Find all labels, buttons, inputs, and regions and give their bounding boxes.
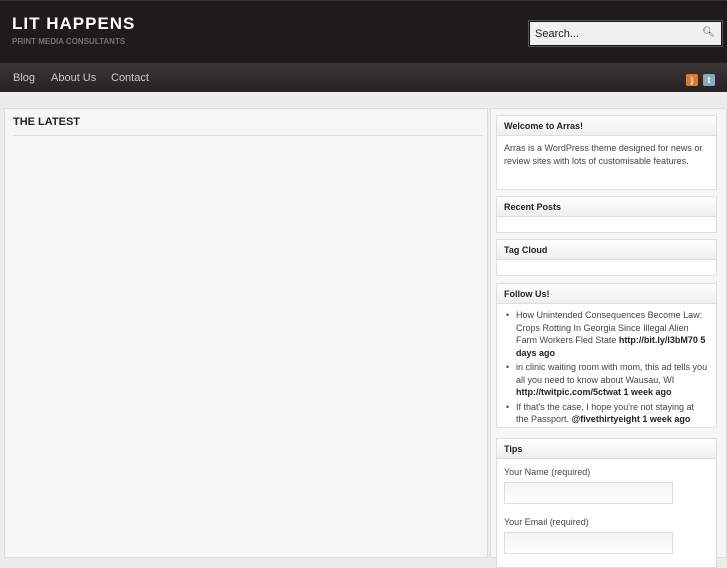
widget-title: Follow Us! bbox=[497, 284, 716, 304]
widget-tips: Tips Your Name (required) Your Email (re… bbox=[496, 438, 717, 568]
tweet-link[interactable]: http://bit.ly/l3bM70 bbox=[619, 335, 698, 345]
rss-icon[interactable]: ) bbox=[686, 74, 698, 86]
tweet: How Unintended Consequences Become Law: … bbox=[504, 309, 709, 359]
section-heading: THE LATEST bbox=[13, 116, 81, 128]
email-label: Your Email (required) bbox=[504, 517, 589, 527]
nav-about-us[interactable]: About Us bbox=[51, 72, 96, 84]
sidebar: Welcome to Arras! Arras is a WordPress t… bbox=[490, 108, 727, 568]
widget-title: Recent Posts bbox=[497, 197, 716, 217]
widget-title: Welcome to Arras! bbox=[497, 116, 716, 136]
search-icon[interactable]: 🔍︎ bbox=[702, 27, 715, 38]
name-input[interactable] bbox=[504, 482, 673, 504]
email-input[interactable] bbox=[504, 532, 673, 554]
tweet-link[interactable]: @fivethirtyeight bbox=[572, 414, 640, 424]
tweet-link[interactable]: http://twitpic.com/5ctwat bbox=[516, 387, 621, 397]
tweet-time[interactable]: 1 week ago bbox=[642, 414, 690, 424]
main-content: THE LATEST bbox=[4, 108, 488, 558]
nav-bar: Blog About Us Contact ) t bbox=[0, 63, 727, 92]
tweet: in clinic waiting room with mom, this ad… bbox=[504, 361, 709, 399]
widget-title: Tips bbox=[497, 439, 716, 459]
widget-follow-us: Follow Us! How Unintended Consequences B… bbox=[496, 283, 717, 428]
header: LIT HAPPENS PRINT MEDIA CONSULTANTS Sear… bbox=[0, 0, 727, 63]
widget-tag-cloud: Tag Cloud bbox=[496, 239, 717, 276]
search-placeholder: Search... bbox=[535, 28, 580, 40]
tweet: If that's the case, I hope you're not st… bbox=[504, 401, 709, 426]
site-title[interactable]: LIT HAPPENS bbox=[12, 14, 135, 34]
nav-contact[interactable]: Contact bbox=[111, 72, 149, 84]
widget-welcome: Welcome to Arras! Arras is a WordPress t… bbox=[496, 115, 717, 190]
widget-recent-posts: Recent Posts bbox=[496, 196, 717, 233]
widget-title: Tag Cloud bbox=[497, 240, 716, 260]
nav-blog[interactable]: Blog bbox=[13, 72, 35, 84]
search-input[interactable]: Search... 🔍︎ bbox=[529, 21, 722, 46]
divider bbox=[13, 135, 483, 136]
site-tagline: PRINT MEDIA CONSULTANTS bbox=[12, 37, 126, 46]
tweet-time[interactable]: 1 week ago bbox=[624, 387, 672, 397]
twitter-icon[interactable]: t bbox=[703, 74, 715, 86]
name-label: Your Name (required) bbox=[504, 467, 591, 477]
widget-text: Arras is a WordPress theme designed for … bbox=[504, 143, 703, 166]
